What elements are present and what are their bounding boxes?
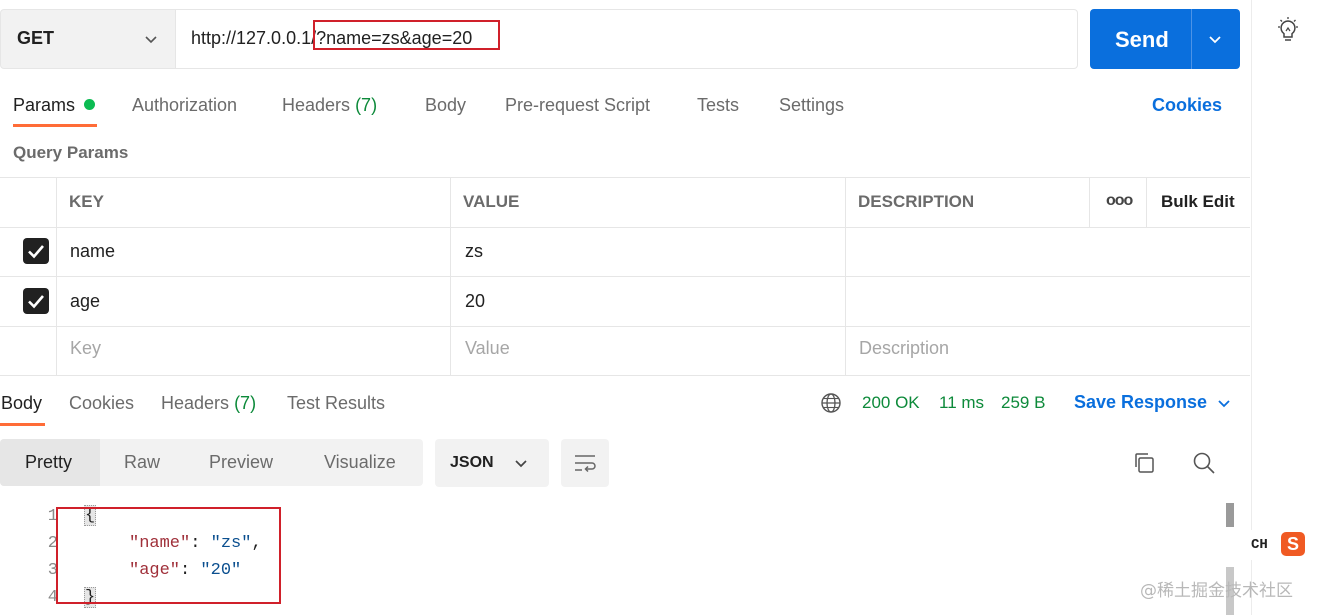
view-mode-preview[interactable]: Preview — [209, 452, 273, 473]
param-value-cell[interactable]: zs — [465, 241, 483, 262]
response-tab-cookies[interactable]: Cookies — [69, 393, 134, 414]
globe-icon[interactable] — [820, 392, 842, 414]
right-sidebar — [1251, 0, 1320, 615]
url-query-highlight-box — [313, 20, 500, 50]
new-key-input[interactable]: Key — [70, 338, 101, 359]
row-checkbox[interactable] — [23, 238, 49, 264]
tab-active-underline — [13, 124, 97, 127]
ime-logo-icon: S — [1281, 532, 1305, 556]
line-number: 4 — [47, 588, 58, 607]
chevron-down-icon[interactable] — [1206, 30, 1224, 48]
column-header-value: VALUE — [463, 192, 520, 211]
table-border — [0, 276, 1250, 277]
tab-authorization[interactable]: Authorization — [132, 95, 237, 116]
view-mode-pretty[interactable]: Pretty — [25, 452, 72, 473]
line-number: 1 — [47, 507, 58, 526]
tab-headers-count: (7) — [355, 95, 378, 115]
more-options-icon[interactable]: ooo — [1106, 192, 1133, 210]
params-active-dot — [84, 99, 95, 110]
copy-icon[interactable] — [1132, 451, 1156, 475]
cookies-link[interactable]: Cookies — [1152, 95, 1222, 116]
query-params-title: Query Params — [13, 143, 129, 162]
table-border — [1089, 177, 1090, 227]
tab-headers[interactable]: Headers (7) — [282, 95, 377, 116]
tab-headers-label: Headers — [282, 95, 351, 115]
table-border — [0, 227, 1250, 228]
response-tab-headers-label: Headers — [161, 393, 230, 413]
method-label: GET — [17, 28, 55, 48]
response-tab-body[interactable]: Body — [1, 393, 42, 414]
param-key-cell[interactable]: age — [70, 291, 100, 312]
response-tab-test-results[interactable]: Test Results — [287, 393, 385, 414]
save-response-button[interactable]: Save Response — [1074, 392, 1207, 413]
scrollbar-thumb[interactable] — [1226, 503, 1234, 527]
send-divider — [1191, 9, 1192, 69]
response-time[interactable]: 11 ms — [939, 393, 984, 413]
table-border — [1146, 177, 1147, 227]
bulk-edit-button[interactable]: Bulk Edit — [1161, 192, 1235, 212]
param-key-cell[interactable]: name — [70, 241, 115, 262]
response-tab-underline — [0, 423, 45, 426]
watermark: @稀土掘金技术社区 — [1140, 581, 1293, 601]
json-highlight-box — [56, 507, 281, 604]
tab-settings[interactable]: Settings — [779, 95, 844, 116]
format-label: JSON — [450, 454, 494, 471]
tab-tests[interactable]: Tests — [697, 95, 739, 116]
column-header-description: DESCRIPTION — [858, 192, 975, 211]
chevron-down-icon[interactable] — [513, 455, 529, 471]
response-tab-headers[interactable]: Headers (7) — [161, 393, 256, 414]
table-border — [0, 375, 1250, 376]
table-border — [0, 326, 1250, 327]
response-tab-headers-count: (7) — [234, 393, 257, 413]
chevron-down-icon[interactable] — [1216, 395, 1232, 411]
view-mode-visualize[interactable]: Visualize — [324, 452, 396, 473]
response-size[interactable]: 259 B — [1001, 393, 1045, 413]
line-number: 3 — [47, 561, 58, 580]
param-value-cell[interactable]: 20 — [465, 291, 485, 312]
checkmark-icon — [28, 245, 44, 259]
line-number: 2 — [47, 534, 58, 553]
table-border — [0, 177, 1250, 178]
table-border — [450, 177, 451, 375]
send-label: Send — [1115, 27, 1169, 52]
ime-label: CH — [1251, 537, 1268, 553]
tab-body[interactable]: Body — [425, 95, 466, 116]
url-prefix: http://127.0.0.1/ — [191, 28, 317, 48]
column-header-key: KEY — [69, 192, 104, 211]
row-checkbox[interactable] — [23, 288, 49, 314]
lightbulb-icon[interactable] — [1275, 16, 1301, 46]
tab-params[interactable]: Params — [13, 95, 75, 116]
status-code[interactable]: 200 OK — [862, 393, 920, 413]
new-value-input[interactable]: Value — [465, 338, 510, 359]
search-icon[interactable] — [1192, 451, 1216, 475]
tab-pre-request-script[interactable]: Pre-request Script — [505, 95, 650, 116]
view-mode-raw[interactable]: Raw — [124, 452, 160, 473]
checkmark-icon — [28, 295, 44, 309]
new-description-input[interactable]: Description — [859, 338, 949, 359]
table-border — [56, 177, 57, 375]
wrap-lines-icon[interactable] — [573, 451, 597, 475]
table-border — [845, 177, 846, 375]
chevron-down-icon[interactable] — [142, 30, 160, 48]
